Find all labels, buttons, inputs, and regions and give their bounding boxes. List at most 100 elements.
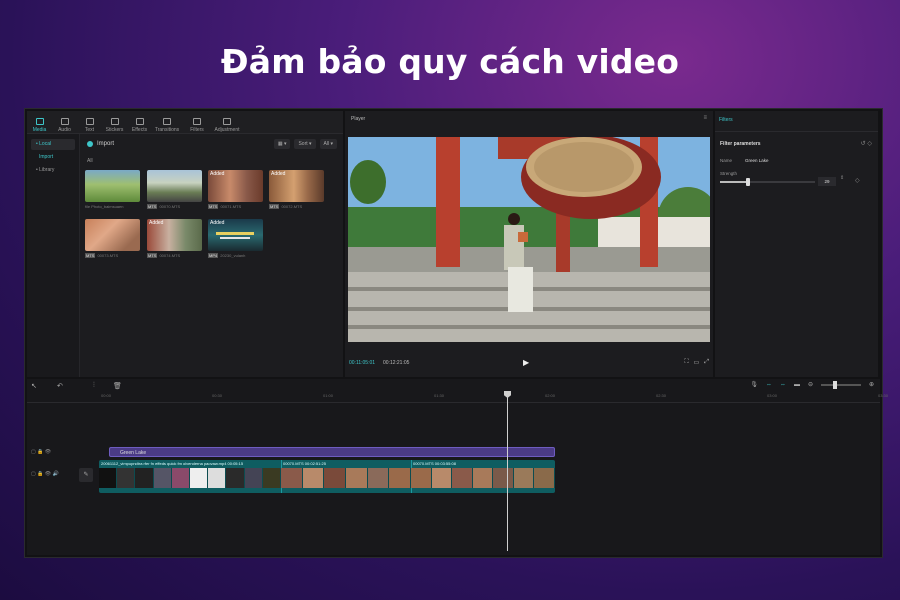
- split-icon[interactable]: ⫶: [93, 382, 95, 390]
- video-clip[interactable]: 00070.MTS 00:03:55:08: [411, 460, 555, 493]
- sort-label: Sort: [298, 141, 308, 147]
- filters-panel: Filters Filter parameters ↺ ◇ Name Green…: [715, 111, 878, 377]
- strength-input[interactable]: 29: [818, 177, 836, 186]
- caption-text: 00073.MTS: [97, 253, 119, 258]
- strength-slider[interactable]: [720, 178, 815, 186]
- strength-slider-fill: [720, 181, 748, 183]
- view-toggle-button[interactable]: ▦ ▾: [273, 139, 291, 149]
- ruler-tick: 03:30: [878, 393, 889, 398]
- thumb-caption-5: MTS 00073.MTS: [85, 253, 119, 258]
- media-thumb-6[interactable]: Added: [147, 219, 202, 251]
- thumb-caption-6: MTS 00074.MTS: [147, 253, 181, 258]
- caption-text: 00074.MTS: [159, 253, 181, 258]
- zoom-in-icon[interactable]: ⊕: [869, 381, 874, 388]
- undo-icon[interactable]: ↺: [861, 141, 866, 147]
- media-grid: Import ▦ ▾ Sort ▾ All ▾ All file Photo_b…: [80, 134, 343, 377]
- filter-parameters-heading: Filter parameters: [720, 141, 761, 147]
- filter-clip-label: Green Lake: [120, 450, 147, 456]
- play-icon[interactable]: ▶: [523, 358, 529, 367]
- tab-label: Stickers: [105, 127, 124, 133]
- media-thumb-5[interactable]: [85, 219, 140, 251]
- delete-icon[interactable]: 🗑: [113, 382, 122, 390]
- fit-screen-icon[interactable]: ⛶: [684, 359, 688, 366]
- added-badge: Added: [210, 171, 225, 177]
- tab-effects[interactable]: Effects: [127, 111, 152, 133]
- thumb-caption-7: MP4 20230_vulanh: [208, 253, 246, 258]
- nav-library[interactable]: • Library: [31, 165, 75, 176]
- text-icon: [85, 118, 94, 125]
- tab-transitions[interactable]: Transitions: [152, 111, 182, 133]
- tab-text[interactable]: Text: [77, 111, 102, 133]
- all-section-label: All: [87, 158, 93, 164]
- video-frame-image: [348, 137, 710, 342]
- video-track-controls[interactable]: ▢ 🔒 👁 🔊: [31, 471, 59, 477]
- nav-import[interactable]: Import: [39, 154, 75, 160]
- select-cursor-icon[interactable]: ↖: [31, 382, 37, 390]
- video-preview[interactable]: [348, 137, 710, 342]
- added-badge: Added: [271, 171, 286, 177]
- media-panel: Media Audio Text Stickers Effects Transitions…: [27, 111, 343, 377]
- caption-text: 20230_vulanh: [220, 253, 246, 258]
- tab-label: Media: [32, 127, 47, 133]
- total-timecode: 00:12:21:05: [383, 360, 410, 366]
- media-icon: [35, 118, 44, 125]
- ruler-tick: 02:30: [656, 393, 667, 398]
- caption-text: 00072.MTS: [281, 204, 303, 209]
- sort-button[interactable]: Sort ▾: [294, 139, 316, 149]
- tab-audio[interactable]: Audio: [52, 111, 77, 133]
- tab-stickers[interactable]: Stickers: [102, 111, 127, 133]
- time-ruler[interactable]: 00:00 00:30 01:00 01:30 02:00 02:30 03:00 03:30: [27, 392, 888, 403]
- media-left-nav: • Local Import • Library: [27, 134, 80, 377]
- link-icon[interactable]: ⇔: [766, 382, 772, 388]
- undo-icon[interactable]: ↶: [57, 382, 63, 390]
- headline: Đảm bảo quy cách video: [220, 42, 680, 81]
- import-icon: [87, 141, 93, 147]
- tab-label: Adjustment: [214, 127, 240, 133]
- clip-frames: [99, 468, 282, 488]
- player-panel: Player ≡ 00:11:05:01 00:12:21:05 ▶ ⛶ ▭ ⤢: [345, 111, 713, 377]
- tab-adjustment[interactable]: Adjustment: [212, 111, 242, 133]
- media-thumb-2[interactable]: [147, 170, 202, 202]
- video-clip[interactable]: 20061112_vimpupndtra rfer fn effeds quic…: [99, 460, 282, 493]
- media-thumb-7[interactable]: Added: [208, 219, 263, 251]
- tab-label: Transitions: [154, 127, 180, 133]
- media-thumb-3[interactable]: Added: [208, 170, 263, 202]
- cover-button[interactable]: ✎: [79, 468, 93, 482]
- video-track[interactable]: 20061112_vimpupndtra rfer fn effeds quic…: [99, 460, 555, 493]
- video-clip[interactable]: 00070.MTS 00:02:51:25: [281, 460, 412, 493]
- zoom-slider[interactable]: [820, 380, 861, 389]
- playhead[interactable]: [504, 391, 511, 551]
- thumb-caption-2: MTS 00070.MTS: [147, 204, 181, 209]
- preview-axis-icon[interactable]: ▬: [794, 382, 800, 388]
- media-thumb-1[interactable]: [85, 170, 140, 202]
- tab-label: Audio: [58, 127, 71, 133]
- ruler-tick: 03:00: [767, 393, 778, 398]
- zoom-out-icon[interactable]: ⊖: [808, 381, 813, 388]
- media-thumb-4[interactable]: Added: [269, 170, 324, 202]
- player-menu-icon[interactable]: ≡: [703, 115, 707, 121]
- adjustment-icon: [223, 118, 231, 125]
- tab-media[interactable]: Media: [27, 111, 52, 133]
- ruler-tick: 01:30: [434, 393, 445, 398]
- strength-stepper[interactable]: ⇕: [840, 175, 844, 181]
- snap-icon[interactable]: ⇔: [780, 382, 786, 388]
- filters-tab[interactable]: Filters: [719, 117, 733, 123]
- tab-filters[interactable]: Filters: [182, 111, 212, 133]
- strength-keyframe-icon[interactable]: ◇: [855, 177, 860, 184]
- import-button[interactable]: Import: [87, 141, 114, 147]
- diamond-icon[interactable]: ◇: [867, 141, 872, 147]
- nav-local[interactable]: • Local: [31, 139, 75, 150]
- all-filter-button[interactable]: All ▾: [319, 139, 337, 149]
- filter-clip-green-lake[interactable]: Green Lake: [109, 447, 555, 457]
- filters-divider: [715, 131, 878, 132]
- microphone-icon[interactable]: 🎙: [750, 381, 758, 388]
- filter-track-controls[interactable]: ▢ 🔒 👁: [31, 449, 51, 455]
- current-timecode: 00:11:05:01: [349, 360, 376, 366]
- thumb-caption-3: MTS 00071.MTS: [208, 204, 242, 209]
- ratio-icon[interactable]: ▭: [694, 359, 700, 366]
- strength-slider-knob[interactable]: [745, 178, 750, 186]
- caption-text: file Photo_baimsuaen: [85, 204, 124, 209]
- audio-icon: [60, 118, 69, 125]
- tab-label: Effects: [131, 127, 148, 133]
- fullscreen-icon[interactable]: ⤢: [704, 359, 709, 366]
